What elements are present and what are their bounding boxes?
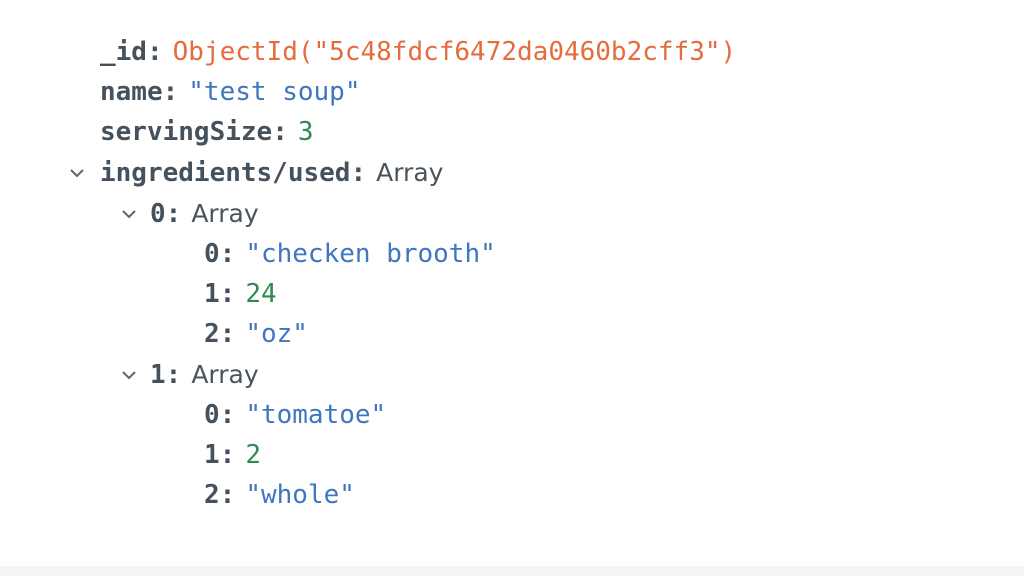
field-value-string: "checken brooth": [245, 239, 496, 269]
field-key: ingredients/used: [100, 158, 351, 188]
field-value-string: "oz": [245, 319, 308, 349]
item-index: 2: [204, 480, 220, 510]
chevron-down-icon[interactable]: [118, 196, 140, 232]
field-ingredients-used: ingredients/used: Array: [100, 155, 443, 191]
item-index: 0: [204, 400, 220, 430]
item-index: 0: [204, 239, 220, 269]
field-value-type: Array: [191, 199, 259, 228]
array-item: 1: 24: [204, 276, 277, 312]
field-value-string: "test soup": [188, 77, 361, 107]
array-item: 2: "whole": [204, 477, 355, 513]
field-name: name: "test soup": [100, 74, 360, 110]
field-key: servingSize: [100, 117, 273, 147]
field-value-string: "tomatoe": [245, 400, 387, 430]
field-value-number: 2: [245, 440, 261, 470]
array-item: 1: Array: [150, 357, 259, 393]
item-index: 1: [204, 279, 220, 309]
field-id: _id: ObjectId("5c48fdcf6472da0460b2cff3"…: [100, 34, 736, 70]
chevron-down-icon[interactable]: [66, 155, 88, 191]
item-index: 1: [204, 440, 220, 470]
field-value-type: Array: [191, 360, 259, 389]
item-index: 2: [204, 319, 220, 349]
document-view: _id: ObjectId("5c48fdcf6472da0460b2cff3"…: [0, 0, 1024, 566]
field-value-number: 3: [297, 117, 314, 147]
field-serving-size: servingSize: 3: [100, 114, 314, 150]
array-item: 2: "oz": [204, 316, 308, 352]
array-item: 0: "tomatoe": [204, 397, 386, 433]
array-item: 1: 2: [204, 437, 261, 473]
field-value-type: Array: [376, 158, 444, 187]
array-item: 0: "checken brooth": [204, 236, 496, 272]
array-item: 0: Array: [150, 196, 259, 232]
bottom-divider: [0, 566, 1024, 576]
field-value-objectid: ObjectId("5c48fdcf6472da0460b2cff3"): [172, 37, 737, 67]
item-index: 1: [150, 360, 166, 390]
field-key: name: [100, 77, 163, 107]
item-index: 0: [150, 199, 166, 229]
field-key: _id: [100, 37, 147, 67]
field-value-number: 24: [245, 279, 277, 309]
field-value-string: "whole": [245, 480, 355, 510]
chevron-down-icon[interactable]: [118, 357, 140, 393]
